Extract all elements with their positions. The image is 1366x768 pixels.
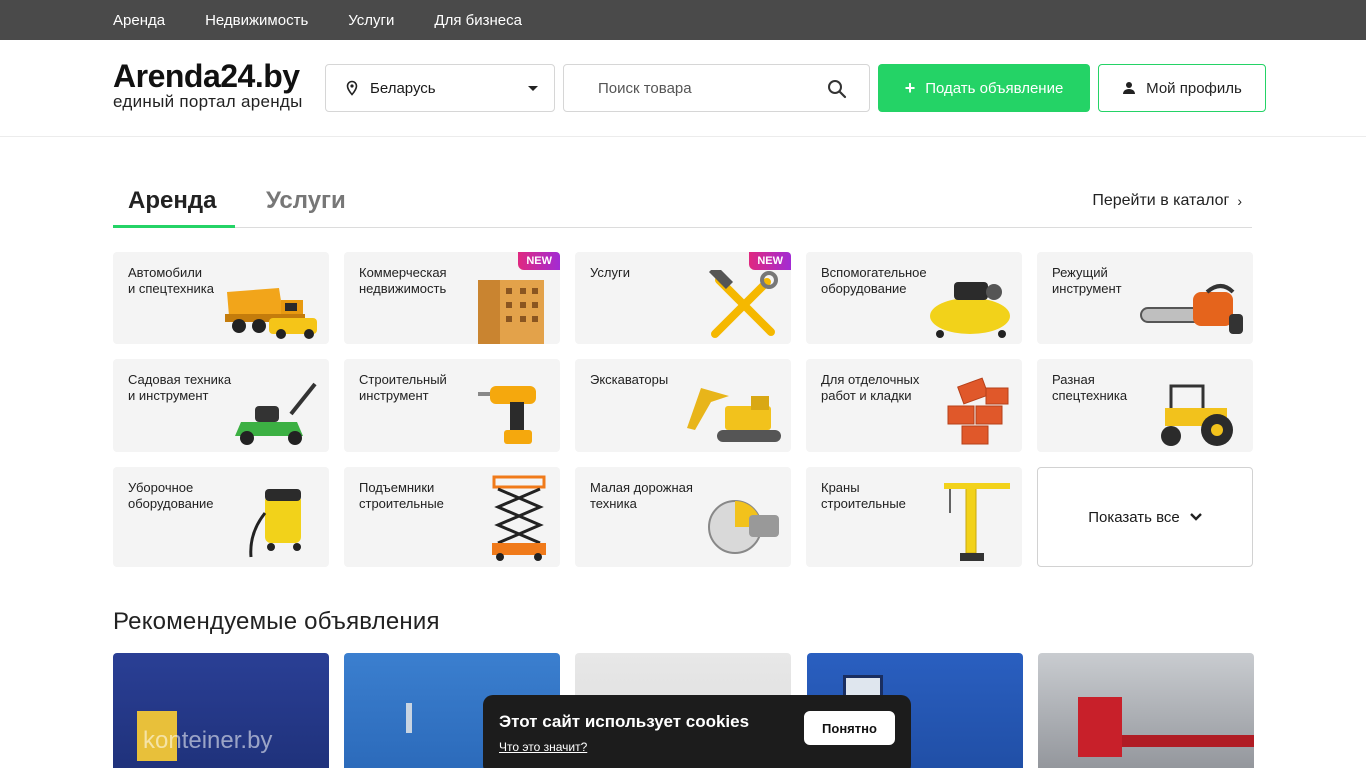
chevron-right-icon: › — [1237, 193, 1242, 209]
excavator-icon — [687, 388, 781, 442]
category-card-cranes[interactable]: Краны строительные — [806, 467, 1022, 567]
active-tab-indicator — [113, 225, 235, 228]
tab-arenda[interactable]: Аренда — [128, 187, 216, 215]
recommended-card-1[interactable]: konteiner.by — [113, 653, 329, 768]
category-card-lifts[interactable]: Подъемники строительные — [344, 467, 560, 567]
show-all-button[interactable]: Показать все — [1037, 467, 1253, 567]
truck-trailer-image — [1122, 735, 1254, 747]
category-card-finishing[interactable]: Для отделочных работ и кладки — [806, 359, 1022, 452]
hammer-wrench-icon — [708, 270, 778, 338]
category-label: Уборочное оборудование — [128, 480, 214, 511]
search-box — [563, 64, 870, 112]
truck-cab-image — [1078, 697, 1122, 757]
catalog-link[interactable]: Перейти в каталог › — [1092, 192, 1242, 210]
region-value: Беларусь — [370, 79, 436, 97]
category-label: Вспомогательное оборудование — [821, 265, 927, 296]
lawnmower-icon — [235, 382, 317, 445]
post-ad-label: Подать объявление — [925, 79, 1064, 97]
category-card-excavators[interactable]: Экскаваторы — [575, 359, 791, 452]
category-label: Малая дорожная техника — [590, 480, 693, 511]
search-input[interactable] — [598, 65, 838, 111]
chevron-down-icon — [1189, 513, 1202, 521]
cookie-info-link[interactable]: Что это значит? — [499, 740, 587, 754]
bricks-icon — [947, 377, 1009, 445]
category-card-services[interactable]: Услуги NEW — [575, 252, 791, 344]
location-pin-icon — [346, 80, 358, 96]
region-select[interactable]: Беларусь — [325, 64, 555, 112]
top-nav-item-arenda[interactable]: Аренда — [113, 12, 165, 29]
chainsaw-icon — [1140, 284, 1243, 334]
top-nav-item-services[interactable]: Услуги — [348, 12, 394, 29]
category-card-construction-tools[interactable]: Строительный инструмент — [344, 359, 560, 452]
category-card-vehicles[interactable]: Автомобили и спецтехника — [113, 252, 329, 344]
category-card-commercial-realty[interactable]: Коммерческая недвижимость NEW — [344, 252, 560, 344]
user-icon — [1123, 82, 1136, 94]
door-handle-image — [406, 703, 412, 733]
chevron-down-icon — [528, 86, 538, 91]
plus-icon: + — [904, 77, 916, 98]
top-nav: Аренда Недвижимость Услуги Для бизнеса — [0, 0, 1366, 40]
recommended-title: Рекомендуемые объявления — [113, 608, 440, 635]
watermark: konteiner.by — [143, 727, 273, 754]
category-label: Подъемники строительные — [359, 480, 444, 511]
category-label: Разная спецтехника — [1052, 372, 1128, 403]
category-card-cleaning[interactable]: Уборочное оборудование — [113, 467, 329, 567]
road-saw-icon — [708, 500, 779, 554]
catalog-link-label: Перейти в каталог — [1092, 192, 1230, 209]
top-nav-item-business[interactable]: Для бизнеса — [434, 12, 522, 29]
category-card-aux-equipment[interactable]: Вспомогательное оборудование — [806, 252, 1022, 344]
category-card-special-machinery[interactable]: Разная спецтехника — [1037, 359, 1253, 452]
logo-title: Arenda24.by — [113, 58, 300, 94]
category-label: Садовая техника и инструмент — [128, 372, 232, 403]
building-icon — [478, 280, 544, 344]
cookie-title: Этот сайт использует cookies — [499, 712, 750, 731]
compressor-icon — [930, 282, 1010, 338]
cookie-banner: Этот сайт использует cookies Что это зна… — [483, 695, 911, 768]
recommended-card-5[interactable] — [1038, 653, 1254, 768]
category-label: Коммерческая недвижимость — [359, 265, 447, 296]
drill-icon — [478, 386, 536, 444]
category-tabs: Аренда Услуги Перейти в каталог › — [113, 177, 1252, 228]
scissor-lift-icon — [492, 475, 546, 561]
cookie-accept-button[interactable]: Понятно — [804, 711, 895, 745]
tab-uslugi[interactable]: Услуги — [266, 187, 346, 215]
tractor-icon — [1161, 384, 1233, 446]
category-label: Для отделочных работ и кладки — [821, 372, 920, 403]
category-label: Краны строительные — [821, 480, 906, 511]
dump-truck-icon — [225, 288, 317, 339]
category-card-road-machinery[interactable]: Малая дорожная техника — [575, 467, 791, 567]
search-icon[interactable] — [827, 79, 847, 99]
category-card-cutting-tools[interactable]: Режущий инструмент — [1037, 252, 1253, 344]
logo-subtitle: единый портал аренды — [113, 92, 303, 111]
header: Arenda24.by единый портал аренды Беларус… — [0, 40, 1366, 137]
new-badge: NEW — [749, 252, 791, 270]
profile-button[interactable]: Мой профиль — [1098, 64, 1266, 112]
category-label: Строительный инструмент — [359, 372, 447, 403]
vacuum-icon — [249, 489, 301, 558]
post-ad-button[interactable]: + Подать объявление — [878, 64, 1090, 112]
crane-icon — [944, 483, 1010, 561]
category-card-garden[interactable]: Садовая техника и инструмент — [113, 359, 329, 452]
logo[interactable]: Arenda24.by единый портал аренды — [113, 59, 303, 111]
top-nav-item-realty[interactable]: Недвижимость — [205, 12, 308, 29]
show-all-label: Показать все — [1088, 508, 1180, 526]
category-label: Услуги — [590, 265, 630, 280]
profile-label: Мой профиль — [1146, 79, 1242, 97]
